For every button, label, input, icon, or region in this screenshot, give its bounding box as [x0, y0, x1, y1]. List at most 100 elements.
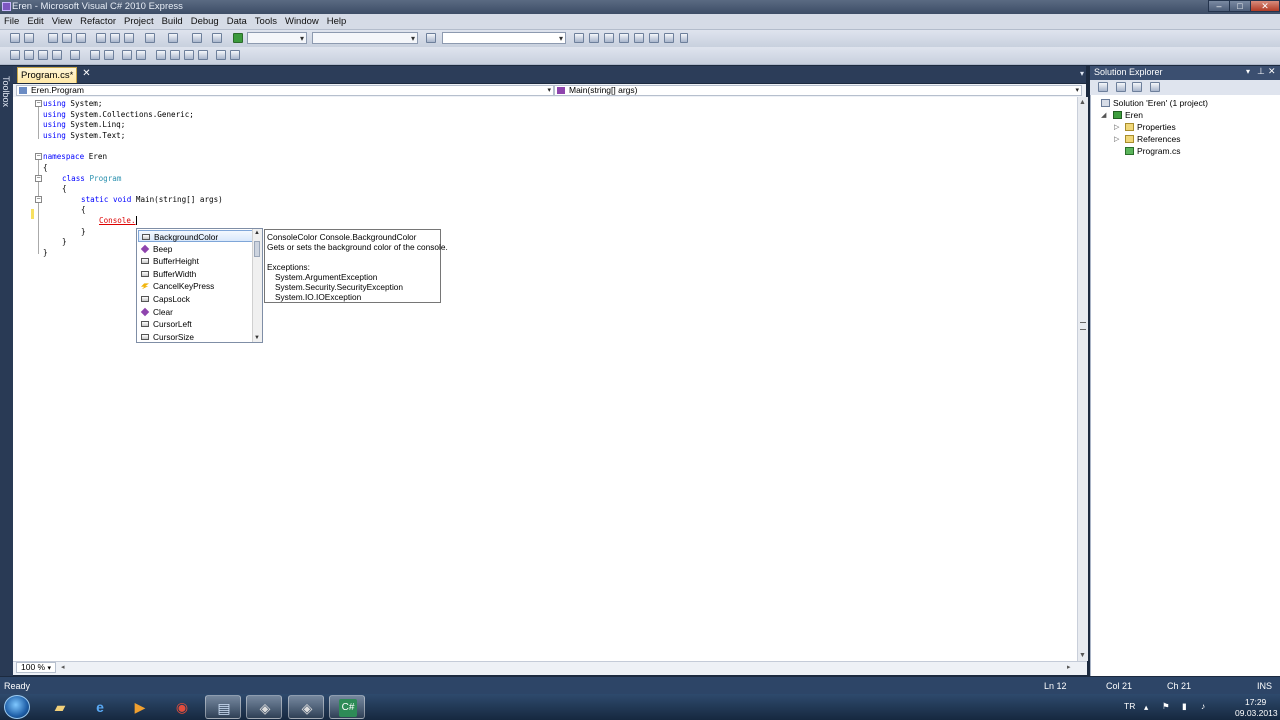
network-icon[interactable]: ▮ [1182, 701, 1187, 712]
open-file-icon[interactable] [48, 33, 58, 43]
platform-combo[interactable]: ▾ [312, 32, 418, 44]
menu-debug[interactable]: Debug [187, 14, 223, 29]
previous-bookmark-icon[interactable] [156, 50, 166, 60]
increase-indent-icon[interactable] [90, 50, 100, 60]
zoom-combo[interactable]: 100 % ▾ [16, 662, 56, 673]
copy-icon[interactable] [110, 33, 120, 43]
properties-icon[interactable] [1098, 82, 1108, 92]
decrease-indent-icon[interactable] [70, 50, 80, 60]
menu-help[interactable]: Help [323, 14, 351, 29]
scroll-down-icon[interactable]: ▼ [254, 335, 260, 341]
clear-all-bookmarks-icon[interactable] [230, 50, 240, 60]
intellisense-item[interactable]: CapsLock [138, 293, 254, 305]
word-completion-icon[interactable] [52, 50, 62, 60]
tab-program-cs[interactable]: Program.cs* [17, 67, 77, 83]
properties-icon[interactable] [589, 33, 599, 43]
app-icon-2[interactable]: ◈ [246, 695, 282, 719]
intellisense-item[interactable]: CursorLeft [138, 318, 254, 330]
explorer-icon[interactable]: ▰ [42, 695, 78, 719]
dropdown-arrow-icon[interactable]: ▾ [1080, 69, 1084, 78]
types-combo[interactable]: Eren.Program ▾ [16, 85, 554, 96]
object-browser-icon[interactable] [604, 33, 614, 43]
toolbox-label[interactable]: Toolbox [1, 76, 11, 107]
tree-program-cs[interactable]: Program.cs [1125, 146, 1180, 156]
collapsed-arrow-icon[interactable]: ▷ [1114, 123, 1119, 131]
code-editor[interactable]: − − − − using System; using System.Colle… [13, 97, 1077, 661]
toggle-bookmark-icon[interactable] [136, 50, 146, 60]
intellisense-item[interactable]: Beep [138, 243, 254, 255]
scroll-right-icon[interactable]: ▸ [1067, 663, 1071, 671]
media-player-icon[interactable]: ▶ [122, 695, 158, 719]
start-page-icon[interactable] [634, 33, 644, 43]
find-in-files-icon[interactable] [426, 33, 436, 43]
navigate-back-icon[interactable] [192, 33, 202, 43]
tree-references[interactable]: References [1125, 134, 1180, 144]
scroll-thumb[interactable] [254, 241, 260, 257]
collapse-icon[interactable]: − [35, 100, 42, 107]
redo-icon[interactable] [168, 33, 178, 43]
minimize-button[interactable]: – [1208, 0, 1230, 12]
save-all-icon[interactable] [76, 33, 86, 43]
start-button[interactable] [4, 695, 30, 719]
clock-date[interactable]: 09.03.2013 [1235, 708, 1278, 718]
intellisense-item[interactable]: CancelKeyPress [138, 280, 254, 292]
show-all-files-icon[interactable] [1116, 82, 1126, 92]
intellisense-item[interactable]: BufferHeight [138, 255, 254, 267]
menu-refactor[interactable]: Refactor [76, 14, 120, 29]
app-icon[interactable]: ▤ [205, 695, 241, 719]
volume-icon[interactable]: ♪ [1201, 701, 1205, 711]
collapse-icon[interactable]: − [35, 196, 42, 203]
start-debugging-icon[interactable] [233, 33, 243, 43]
toolbar-options-icon[interactable] [680, 33, 688, 43]
flag-icon[interactable]: ⚑ [1162, 701, 1170, 712]
undo-icon[interactable] [145, 33, 155, 43]
intellisense-item[interactable]: CursorSize [138, 331, 254, 343]
next-bookmark-icon[interactable] [170, 50, 180, 60]
toolbox-strip[interactable]: Toolbox [0, 66, 13, 676]
app-icon-3[interactable]: ◈ [288, 695, 324, 719]
comment-lines-icon[interactable] [104, 50, 114, 60]
menu-project[interactable]: Project [120, 14, 158, 29]
configuration-combo[interactable]: ▾ [247, 32, 307, 44]
view-code-icon[interactable] [1150, 82, 1160, 92]
splitter-handle[interactable] [1080, 322, 1086, 330]
scroll-down-icon[interactable]: ▼ [1079, 652, 1086, 659]
previous-bookmark-folder-icon[interactable] [184, 50, 194, 60]
add-item-icon[interactable] [24, 33, 34, 43]
expanded-arrow-icon[interactable]: ◢ [1101, 111, 1106, 119]
menu-file[interactable]: File [0, 14, 23, 29]
clock-time[interactable]: 17:29 [1245, 697, 1266, 707]
collapsed-arrow-icon[interactable]: ▷ [1114, 135, 1119, 143]
new-project-icon[interactable] [10, 33, 20, 43]
display-object-member-list-icon[interactable] [10, 50, 20, 60]
scroll-left-icon[interactable]: ◂ [61, 663, 65, 671]
paste-icon[interactable] [124, 33, 134, 43]
navigate-forward-icon[interactable] [212, 33, 222, 43]
csharp-icon[interactable]: C# [329, 695, 365, 719]
menu-build[interactable]: Build [158, 14, 187, 29]
intellisense-list[interactable]: BackgroundColor Beep BufferHeight BufferWid… [136, 228, 263, 343]
save-icon[interactable] [62, 33, 72, 43]
close-button[interactable]: ✕ [1250, 0, 1280, 12]
chrome-icon[interactable]: ◉ [164, 695, 200, 719]
vertical-scrollbar[interactable]: ▲ ▼ [1077, 97, 1088, 661]
menu-window[interactable]: Window [281, 14, 323, 29]
extension-manager-icon[interactable] [649, 33, 659, 43]
intellisense-item[interactable]: BufferWidth [138, 268, 254, 280]
scroll-up-icon[interactable]: ▲ [1079, 99, 1086, 106]
refresh-icon[interactable] [1132, 82, 1142, 92]
tray-arrow-icon[interactable]: ▴ [1144, 702, 1148, 713]
intellisense-item[interactable]: Clear [138, 306, 254, 318]
uncomment-lines-icon[interactable] [122, 50, 132, 60]
intellisense-item[interactable]: BackgroundColor [138, 230, 254, 242]
scroll-up-icon[interactable]: ▲ [254, 230, 260, 236]
close-tab-icon[interactable]: ✕ [81, 68, 92, 79]
menu-data[interactable]: Data [223, 14, 251, 29]
pin-icon[interactable]: ⊥ [1257, 66, 1265, 77]
solution-explorer-icon[interactable] [574, 33, 584, 43]
tree-project[interactable]: Eren [1113, 110, 1143, 120]
dropdown-arrow-icon[interactable]: ▾ [1246, 67, 1250, 76]
tree-solution[interactable]: Solution 'Eren' (1 project) [1101, 98, 1208, 108]
maximize-button[interactable]: □ [1229, 0, 1251, 12]
menu-view[interactable]: View [48, 14, 76, 29]
